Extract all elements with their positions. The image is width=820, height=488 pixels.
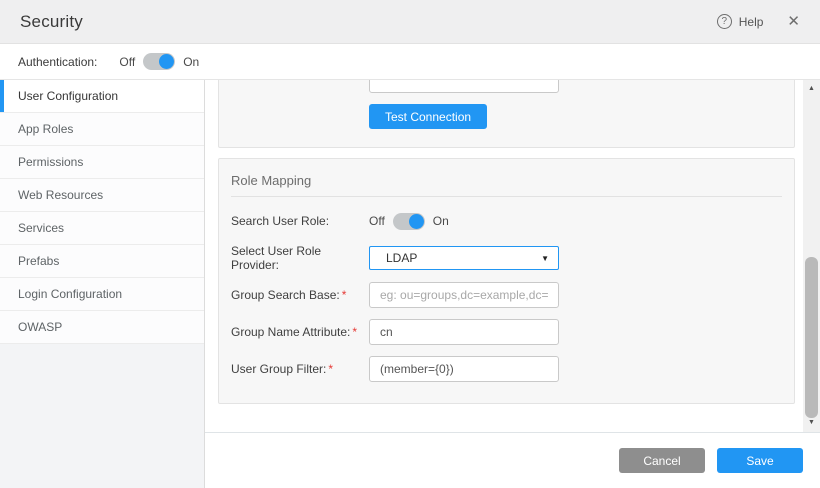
scroll-down-icon[interactable]: ▼	[803, 416, 820, 430]
user-group-filter-input[interactable]	[369, 356, 559, 382]
save-button[interactable]: Save	[717, 448, 803, 473]
role-mapping-title: Role Mapping	[231, 171, 782, 196]
search-user-role-label: Search User Role:	[231, 214, 369, 228]
authentication-on-label: On	[183, 55, 199, 69]
group-search-base-row: Group Search Base:*	[231, 282, 782, 308]
sidebar-item-user-configuration[interactable]: User Configuration	[0, 80, 204, 113]
user-role-provider-select[interactable]: LDAP ▼	[369, 246, 559, 270]
authentication-label: Authentication:	[18, 55, 97, 69]
footer-action-bar: Cancel Save	[205, 432, 820, 488]
search-user-role-toggle[interactable]	[393, 213, 425, 230]
required-asterisk: *	[342, 288, 347, 302]
scrollbar-thumb[interactable]	[805, 257, 818, 418]
search-user-role-off-label: Off	[369, 214, 385, 228]
toggle-knob	[159, 54, 174, 69]
authentication-off-label: Off	[119, 55, 135, 69]
required-asterisk: *	[352, 325, 357, 339]
group-name-attribute-input[interactable]	[369, 319, 559, 345]
sidebar: User Configuration App Roles Permissions…	[0, 80, 205, 488]
sidebar-item-app-roles[interactable]: App Roles	[0, 113, 204, 146]
main-layout: User Configuration App Roles Permissions…	[0, 80, 820, 488]
authentication-toggle[interactable]	[143, 53, 175, 70]
sidebar-item-services[interactable]: Services	[0, 212, 204, 245]
title-bar: Security ? Help ✕	[0, 0, 820, 44]
authentication-bar: Authentication: Off On	[0, 44, 820, 80]
close-icon[interactable]: ✕	[787, 14, 800, 29]
user-group-filter-label: User Group Filter:*	[231, 362, 369, 376]
scroll-area: Test Connection Role Mapping Search User…	[205, 80, 803, 432]
group-name-attribute-label: Group Name Attribute:*	[231, 325, 369, 339]
provider-label: Select User Role Provider:	[231, 244, 369, 272]
search-user-role-on-label: On	[433, 214, 449, 228]
group-search-base-input[interactable]	[369, 282, 559, 308]
sidebar-item-login-configuration[interactable]: Login Configuration	[0, 278, 204, 311]
cancel-button[interactable]: Cancel	[619, 448, 705, 473]
group-search-base-label: Group Search Base:*	[231, 288, 369, 302]
test-connection-button[interactable]: Test Connection	[369, 104, 487, 129]
scroll-up-icon[interactable]: ▲	[803, 82, 820, 96]
sidebar-item-permissions[interactable]: Permissions	[0, 146, 204, 179]
main-content: Test Connection Role Mapping Search User…	[205, 80, 820, 488]
required-asterisk: *	[328, 362, 333, 376]
toggle-knob	[409, 214, 424, 229]
vertical-scrollbar[interactable]: ▲ ▼	[803, 80, 820, 432]
connection-card: Test Connection	[218, 80, 795, 148]
sidebar-item-web-resources[interactable]: Web Resources	[0, 179, 204, 212]
page-title: Security	[20, 12, 83, 32]
help-label: Help	[739, 15, 764, 29]
search-user-role-toggle-group: Off On	[369, 213, 449, 230]
search-user-role-row: Search User Role: Off On	[231, 208, 782, 234]
chevron-down-icon: ▼	[541, 254, 549, 263]
help-icon: ?	[717, 14, 732, 29]
provider-row: Select User Role Provider: LDAP ▼	[231, 245, 782, 271]
help-button[interactable]: ? Help	[717, 14, 764, 29]
user-group-filter-row: User Group Filter:*	[231, 356, 782, 382]
sidebar-item-owasp[interactable]: OWASP	[0, 311, 204, 344]
provider-selected-value: LDAP	[386, 251, 417, 265]
sidebar-item-prefabs[interactable]: Prefabs	[0, 245, 204, 278]
connection-field[interactable]	[369, 80, 559, 93]
group-name-attribute-row: Group Name Attribute:*	[231, 319, 782, 345]
section-divider	[231, 196, 782, 197]
role-mapping-card: Role Mapping Search User Role: Off On Se…	[218, 158, 795, 404]
